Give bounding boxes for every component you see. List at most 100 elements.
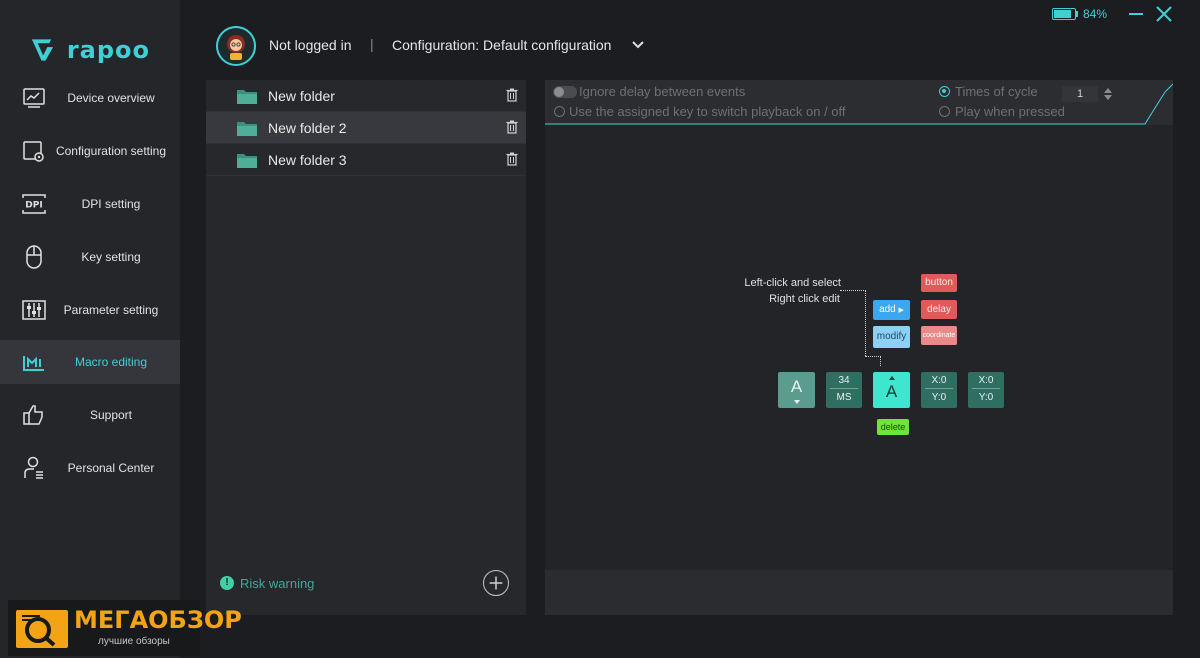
play-when-pressed-radio[interactable] <box>939 106 950 117</box>
chip-add-label: add <box>879 304 896 315</box>
dpi-icon: DPI <box>20 190 48 218</box>
sidebar-item-label: Personal Center <box>67 461 155 475</box>
coordinate-x: X:0 <box>972 372 1000 389</box>
header-separator: | <box>370 36 374 52</box>
guide-line <box>880 356 881 366</box>
chip-add: add ▶ <box>873 300 910 320</box>
key-up-icon <box>889 376 895 380</box>
avatar[interactable] <box>216 26 256 66</box>
ignore-delay-toggle[interactable] <box>553 86 577 98</box>
chip-delete: delete <box>877 419 909 435</box>
macro-icon <box>20 348 48 376</box>
configuration-selector[interactable]: Configuration: Default configuration <box>392 37 611 53</box>
monitor-chart-icon <box>20 84 48 112</box>
folder-label: New folder <box>268 88 335 104</box>
sidebar-item-device-overview[interactable]: Device overview <box>0 76 180 120</box>
chip-coordinate: coordinate <box>921 326 957 345</box>
risk-warning-link[interactable]: Risk warning <box>240 576 314 591</box>
macro-coordinate-block: X:0 Y:0 <box>968 372 1004 408</box>
tutorial-line-1: Left-click and select <box>744 277 841 289</box>
sidebar-item-personal-center[interactable]: Personal Center <box>0 446 180 490</box>
sidebar-item-macro-editing[interactable]: Macro editing <box>0 340 180 384</box>
chip-button: button <box>921 274 957 292</box>
folder-icon <box>237 90 257 104</box>
svg-text:DPI: DPI <box>25 201 42 211</box>
sidebar-item-label: Configuration setting <box>55 144 167 158</box>
sidebar-item-label: Parameter setting <box>63 303 159 317</box>
folder-panel: New folder New folder 2 New folder 3 <box>206 80 526 615</box>
sliders-icon <box>20 296 48 324</box>
folder-item[interactable]: New folder 2 <box>206 112 526 144</box>
cycle-count-input[interactable]: 1 <box>1062 86 1098 102</box>
battery-tip <box>1076 11 1078 17</box>
play-when-pressed-label: Play when pressed <box>955 104 1065 119</box>
macro-editor-panel: Ignore delay between events Use the assi… <box>545 80 1173 615</box>
guide-line <box>865 290 866 356</box>
login-status[interactable]: Not logged in <box>269 37 352 53</box>
key-down-icon <box>794 400 800 404</box>
battery-fill <box>1054 10 1071 18</box>
macro-coordinate-block: X:0 Y:0 <box>921 372 957 408</box>
watermark-subtitle: лучшие обзоры <box>98 636 170 647</box>
guide-line <box>840 290 866 291</box>
chip-modify: modify <box>873 326 910 348</box>
coordinate-y: Y:0 <box>978 392 994 403</box>
sidebar-item-dpi-setting[interactable]: DPI DPI setting <box>0 182 180 226</box>
thumbs-up-icon <box>20 401 48 429</box>
chip-delay: delay <box>921 300 957 319</box>
sidebar-item-support[interactable]: Support <box>0 393 180 437</box>
battery-indicator <box>1052 8 1076 20</box>
trash-icon[interactable] <box>506 88 518 102</box>
key-letter: A <box>790 377 803 396</box>
sidebar-item-label: DPI setting <box>81 197 141 211</box>
macro-options-bar: Ignore delay between events Use the assi… <box>545 80 1173 125</box>
user-icon <box>20 454 48 482</box>
coordinate-x: X:0 <box>925 372 953 389</box>
macro-footer-bar <box>545 570 1173 615</box>
folder-label: New folder 2 <box>268 120 347 136</box>
sidebar-item-key-setting[interactable]: Key setting <box>0 235 180 279</box>
close-icon[interactable] <box>1154 4 1174 24</box>
folder-item[interactable]: New folder <box>206 80 526 112</box>
play-arrow-icon: ▶ <box>898 307 904 314</box>
assigned-key-radio[interactable] <box>554 106 565 117</box>
watermark-logo-icon <box>16 610 68 648</box>
sidebar: rapoo Device overview Configuration sett… <box>0 0 180 658</box>
sidebar-item-label: Device overview <box>67 91 155 105</box>
tutorial-line-2: Right click edit <box>769 293 840 305</box>
watermark: МЕГАОБЗОР лучшие обзоры <box>8 600 242 656</box>
add-folder-button[interactable] <box>483 570 509 596</box>
trash-icon[interactable] <box>506 152 518 166</box>
rapoo-logo: rapoo <box>30 34 150 66</box>
minimize-icon[interactable] <box>1128 4 1144 24</box>
battery-percentage: 84% <box>1083 7 1108 21</box>
macro-key-block: A <box>778 372 815 408</box>
sidebar-item-configuration-setting[interactable]: Configuration setting <box>0 129 180 173</box>
delay-unit: MS <box>836 392 852 403</box>
rapoo-v-icon <box>31 39 54 61</box>
chevron-down-icon[interactable] <box>630 38 646 52</box>
assigned-key-label: Use the assigned key to switch playback … <box>569 104 846 119</box>
sidebar-item-label: Support <box>89 408 133 422</box>
sidebar-item-label: Key setting <box>81 250 141 264</box>
trash-icon[interactable] <box>506 120 518 134</box>
avatar-girl-icon <box>227 35 245 60</box>
sidebar-item-label: Macro editing <box>74 355 148 369</box>
coordinate-y: Y:0 <box>931 392 947 403</box>
warning-icon: ! <box>220 576 234 590</box>
macro-key-block: A <box>873 372 910 408</box>
folder-icon <box>237 122 257 136</box>
delay-value: 34 <box>830 372 858 389</box>
macro-delay-block: 34 MS <box>826 372 862 408</box>
config-gear-icon <box>20 137 48 165</box>
guide-line <box>865 356 881 357</box>
folder-item[interactable]: New folder 3 <box>206 144 526 176</box>
cycle-stepper-icon[interactable] <box>1103 86 1113 102</box>
sidebar-item-parameter-setting[interactable]: Parameter setting <box>0 288 180 332</box>
ignore-delay-label: Ignore delay between events <box>579 84 746 99</box>
watermark-title: МЕГАОБЗОР <box>74 606 242 634</box>
mouse-icon <box>20 243 48 271</box>
folder-label: New folder 3 <box>268 152 347 168</box>
brand-name: rapoo <box>66 36 150 64</box>
times-of-cycle-radio[interactable] <box>939 86 950 97</box>
